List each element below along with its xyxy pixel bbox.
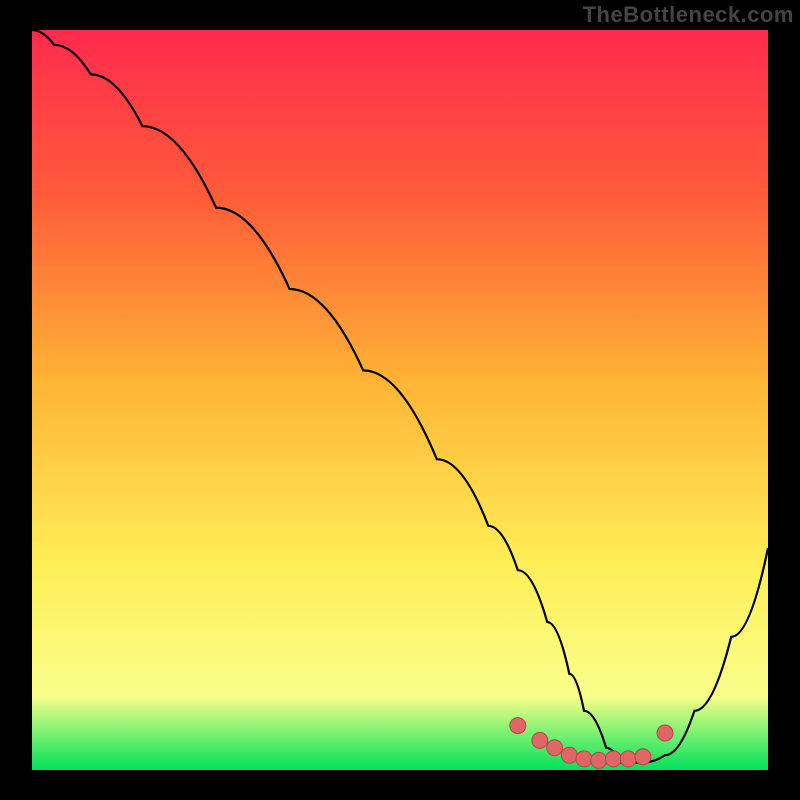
marker-point (532, 732, 548, 748)
marker-point (635, 749, 651, 765)
marker-point (510, 718, 526, 734)
watermark-text: TheBottleneck.com (583, 2, 794, 28)
plot-svg (32, 30, 768, 770)
plot-area (32, 30, 768, 770)
marker-point (657, 725, 673, 741)
chart-frame: TheBottleneck.com (0, 0, 800, 800)
marker-point (591, 752, 607, 768)
marker-point (547, 740, 563, 756)
marker-point (576, 751, 592, 767)
marker-point (561, 747, 577, 763)
gradient-background (32, 30, 768, 770)
marker-point (605, 751, 621, 767)
marker-point (620, 751, 636, 767)
